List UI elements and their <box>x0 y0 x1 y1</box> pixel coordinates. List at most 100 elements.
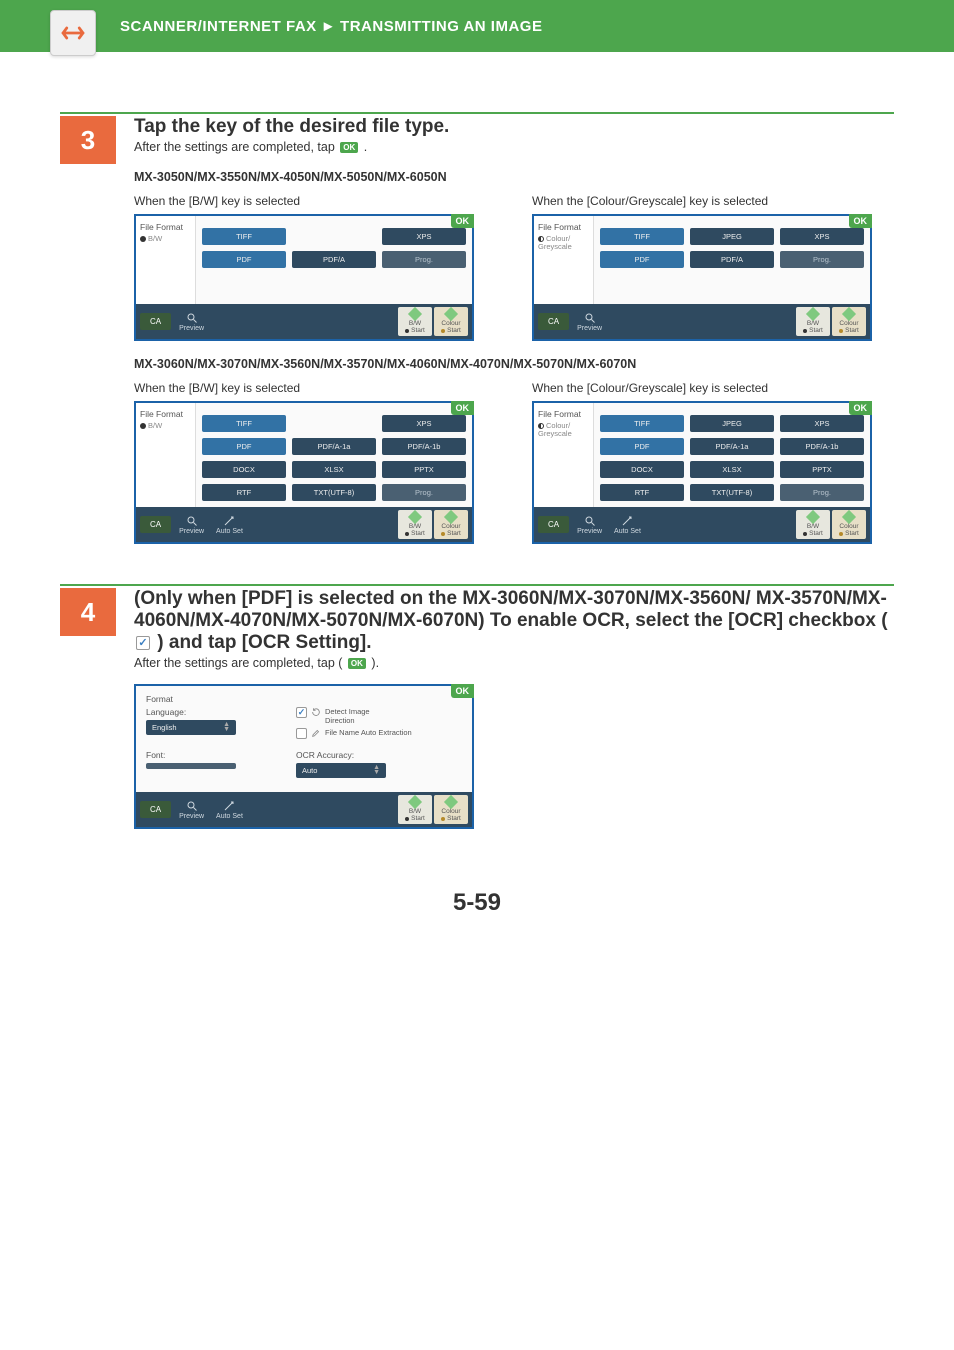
ok-button[interactable]: OK <box>451 684 475 698</box>
header-icon-wrap <box>50 10 108 68</box>
colour-start-button[interactable]: Colour Start <box>832 307 866 336</box>
filename-auto-checkbox[interactable]: File Name Auto Extraction <box>296 728 462 739</box>
ok-button[interactable]: OK <box>451 214 475 228</box>
rtf-button[interactable]: RTF <box>202 484 286 501</box>
colour-start-button[interactable]: Colour Start <box>434 307 468 336</box>
pdf-button[interactable]: PDF <box>202 438 286 455</box>
preview-icon <box>584 312 596 324</box>
pdf-button[interactable]: PDF <box>600 438 684 455</box>
font-select[interactable] <box>146 763 236 769</box>
preview-button[interactable]: Preview <box>175 513 208 537</box>
prog-button[interactable]: Prog. <box>382 251 466 268</box>
pdfa-button[interactable]: PDF/A <box>292 251 376 268</box>
xlsx-button[interactable]: XLSX <box>292 461 376 478</box>
xps-button[interactable]: XPS <box>780 228 864 245</box>
step-number-3: 3 <box>60 116 116 164</box>
font-label: Font: <box>146 750 276 760</box>
pencil-icon <box>311 728 321 738</box>
bw-start-button[interactable]: B/W Start <box>398 510 432 539</box>
bw-start-button[interactable]: B/W Start <box>398 795 432 824</box>
bw-start-button[interactable]: B/W Start <box>796 510 830 539</box>
bw-start-button[interactable]: B/W Start <box>398 307 432 336</box>
xps-button[interactable]: XPS <box>382 415 466 432</box>
preview-button[interactable]: Preview <box>573 513 606 537</box>
ca-button[interactable]: CA <box>538 313 569 330</box>
txt-button[interactable]: TXT(UTF-8) <box>292 484 376 501</box>
preview-icon <box>584 515 596 527</box>
step-4: 4 (Only when [PDF] is selected on the MX… <box>60 584 894 829</box>
docx-button[interactable]: DOCX <box>600 461 684 478</box>
model-list-2: MX-3060N/MX-3070N/MX-3560N/MX-3570N/MX-4… <box>134 357 894 371</box>
step-3: 3 Tap the key of the desired file type. … <box>60 112 894 544</box>
colour-start-button[interactable]: Colour Start <box>832 510 866 539</box>
autoset-button[interactable]: Auto Set <box>212 798 247 822</box>
tiff-button[interactable]: TIFF <box>202 228 286 245</box>
bw-start-button[interactable]: B/W Start <box>796 307 830 336</box>
xps-button[interactable]: XPS <box>780 415 864 432</box>
ca-button[interactable]: CA <box>140 516 171 533</box>
page-number: 5-59 <box>60 889 894 917</box>
pptx-button[interactable]: PPTX <box>780 461 864 478</box>
preview-button[interactable]: Preview <box>573 310 606 334</box>
pdf-button[interactable]: PDF <box>600 251 684 268</box>
ocr-accuracy-select[interactable]: Auto ▲▼ <box>296 763 386 778</box>
tiff-button[interactable]: TIFF <box>202 415 286 432</box>
side-bw: B/W <box>148 234 162 243</box>
pdfa1b-button[interactable]: PDF/A-1b <box>780 438 864 455</box>
preview-button[interactable]: Preview <box>175 798 208 822</box>
ca-button[interactable]: CA <box>140 313 171 330</box>
wand-icon <box>223 515 235 527</box>
preview-button[interactable]: Preview <box>175 310 208 334</box>
model-list-1: MX-3050N/MX-3550N/MX-4050N/MX-5050N/MX-6… <box>134 170 894 184</box>
language-label: Language: <box>146 707 276 717</box>
pptx-button[interactable]: PPTX <box>382 461 466 478</box>
file-format-label: File Format <box>140 409 191 419</box>
panel-a-bw: File Format B/W OK TIFF XPS PDF <box>134 214 474 341</box>
language-select[interactable]: English ▲▼ <box>146 720 236 735</box>
xps-button[interactable]: XPS <box>382 228 466 245</box>
detect-image-checkbox[interactable]: ✓ Detect Image Direction <box>296 707 462 725</box>
ca-button[interactable]: CA <box>140 801 171 818</box>
prog-button[interactable]: Prog. <box>780 484 864 501</box>
ok-button[interactable]: OK <box>451 401 475 415</box>
breadcrumb-1: SCANNER/INTERNET FAX <box>120 18 317 35</box>
colour-selected-label-2: When the [Colour/Greyscale] key is selec… <box>532 381 894 395</box>
rtf-button[interactable]: RTF <box>600 484 684 501</box>
pdfa1a-button[interactable]: PDF/A-1a <box>690 438 774 455</box>
wand-icon <box>223 800 235 812</box>
ca-button[interactable]: CA <box>538 516 569 533</box>
step3-subtext: After the settings are completed, tap OK… <box>134 140 894 154</box>
tiff-button[interactable]: TIFF <box>600 415 684 432</box>
scanner-icon <box>50 10 96 56</box>
step4-title: (Only when [PDF] is selected on the MX-3… <box>134 588 894 654</box>
pdfa1b-button[interactable]: PDF/A-1b <box>382 438 466 455</box>
breadcrumb-2: TRANSMITTING AN IMAGE <box>340 18 542 35</box>
bw-selected-label-2: When the [B/W] key is selected <box>134 381 496 395</box>
rotate-icon <box>311 707 321 717</box>
jpeg-button[interactable]: JPEG <box>690 415 774 432</box>
jpeg-button[interactable]: JPEG <box>690 228 774 245</box>
breadcrumb-sep: ► <box>321 18 336 35</box>
inline-ok-icon: OK <box>348 658 366 669</box>
xlsx-button[interactable]: XLSX <box>690 461 774 478</box>
preview-icon <box>186 800 198 812</box>
pdfa1a-button[interactable]: PDF/A-1a <box>292 438 376 455</box>
colour-selected-label-1: When the [Colour/Greyscale] key is selec… <box>532 194 894 208</box>
pdf-button[interactable]: PDF <box>202 251 286 268</box>
autoset-button[interactable]: Auto Set <box>610 513 645 537</box>
txt-button[interactable]: TXT(UTF-8) <box>690 484 774 501</box>
colour-start-button[interactable]: Colour Start <box>434 510 468 539</box>
docx-button[interactable]: DOCX <box>202 461 286 478</box>
ok-button[interactable]: OK <box>849 401 873 415</box>
step4-sub-pre: After the settings are completed, tap ( <box>134 656 346 670</box>
preview-icon <box>186 515 198 527</box>
file-format-label: File Format <box>140 222 191 232</box>
autoset-button[interactable]: Auto Set <box>212 513 247 537</box>
pdfa-button[interactable]: PDF/A <box>690 251 774 268</box>
ok-button[interactable]: OK <box>849 214 873 228</box>
prog-button[interactable]: Prog. <box>382 484 466 501</box>
prog-button[interactable]: Prog. <box>780 251 864 268</box>
format-panel: OK Format Language: English ▲▼ ✓ <box>134 684 474 829</box>
tiff-button[interactable]: TIFF <box>600 228 684 245</box>
colour-start-button[interactable]: Colour Start <box>434 795 468 824</box>
